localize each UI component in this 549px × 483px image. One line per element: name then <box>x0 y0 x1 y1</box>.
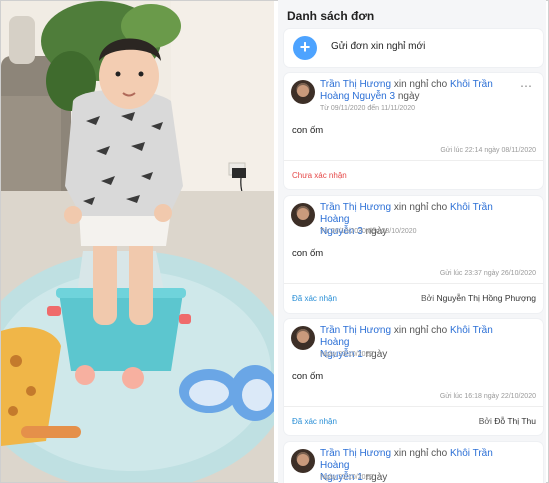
child-photo <box>1 1 274 482</box>
confirmed-by-name: Đỗ Thị Thu <box>494 416 536 426</box>
leave-dates: Từ 26/10/2020 đến 28/10/2020 <box>320 228 417 235</box>
child-name: Khôi Trần <box>450 79 493 90</box>
leave-reason: con ốm <box>292 371 324 382</box>
leave-dates: Ngày 21/10/2020 <box>320 474 374 481</box>
request-action: xin nghỉ cho <box>391 79 450 90</box>
status-badge: Đã xác nhận <box>292 294 337 303</box>
status-badge: Chưa xác nhận <box>292 171 347 180</box>
confirmed-by: Bởi Đỗ Thị Thu <box>479 416 536 426</box>
leave-request-card[interactable]: Trần Thị Hương xin nghỉ cho Khôi Trần Ho… <box>284 442 543 483</box>
sent-timestamp: Gửi lúc 22:14 ngày 08/11/2020 <box>440 147 536 154</box>
request-action: xin nghỉ cho <box>391 325 450 336</box>
confirmed-by-name: Nguyễn Thị Hồng Phượng <box>436 293 536 303</box>
request-action: xin nghỉ cho <box>391 202 450 213</box>
request-action: xin nghỉ cho <box>391 448 450 459</box>
leave-request-card[interactable]: ⋯ Trần Thị Hương xin nghỉ cho Khôi Trần … <box>284 73 543 189</box>
avatar <box>291 203 315 227</box>
card-divider <box>284 283 543 284</box>
sent-timestamp: Gửi lúc 16:18 ngày 22/10/2020 <box>439 393 536 400</box>
parent-name: Trần Thị Hương <box>320 325 392 336</box>
leave-request-card[interactable]: Trần Thị Hương xin nghỉ cho Khôi Trần Ho… <box>284 196 543 313</box>
plus-icon: + <box>293 36 317 60</box>
page-title: Danh sách đơn <box>287 9 375 23</box>
confirmed-by: Bởi Nguyễn Thị Hồng Phượng <box>421 293 536 303</box>
child-name-continued: Hoàng Nguyễn <box>320 91 387 102</box>
leave-dates: Từ 09/11/2020 đến 11/11/2020 <box>320 105 415 112</box>
new-leave-request-button[interactable]: + Gửi đơn xin nghỉ mới <box>284 29 543 67</box>
avatar <box>291 449 315 473</box>
avatar <box>291 326 315 350</box>
days-unit: ngày <box>395 91 420 102</box>
parent-name: Trần Thị Hương <box>320 448 392 459</box>
more-options-icon[interactable]: ⋯ <box>520 79 533 93</box>
leave-reason: con ốm <box>292 248 324 259</box>
card-divider <box>284 160 543 161</box>
parent-name: Trần Thị Hương <box>320 79 392 90</box>
status-badge: Đã xác nhận <box>292 417 337 426</box>
avatar <box>291 80 315 104</box>
leave-request-card[interactable]: Trần Thị Hương xin nghỉ cho Khôi Trần Ho… <box>284 319 543 435</box>
leave-request-list: Danh sách đơn + Gửi đơn xin nghỉ mới ⋯ T… <box>278 0 546 483</box>
parent-name: Trần Thị Hương <box>320 202 392 213</box>
sent-timestamp: Gửi lúc 23:37 ngày 26/10/2020 <box>439 270 536 277</box>
request-header: Trần Thị Hương xin nghỉ cho Khôi Trần Ho… <box>320 79 500 103</box>
leave-reason: con ốm <box>292 125 324 136</box>
confirmed-by-prefix: Bởi <box>421 293 437 303</box>
confirmed-by-prefix: Bởi <box>478 416 495 426</box>
card-divider <box>284 406 543 407</box>
leave-dates: Ngày 23/10/2020 <box>320 351 374 358</box>
new-leave-request-label: Gửi đơn xin nghỉ mới <box>331 41 426 52</box>
